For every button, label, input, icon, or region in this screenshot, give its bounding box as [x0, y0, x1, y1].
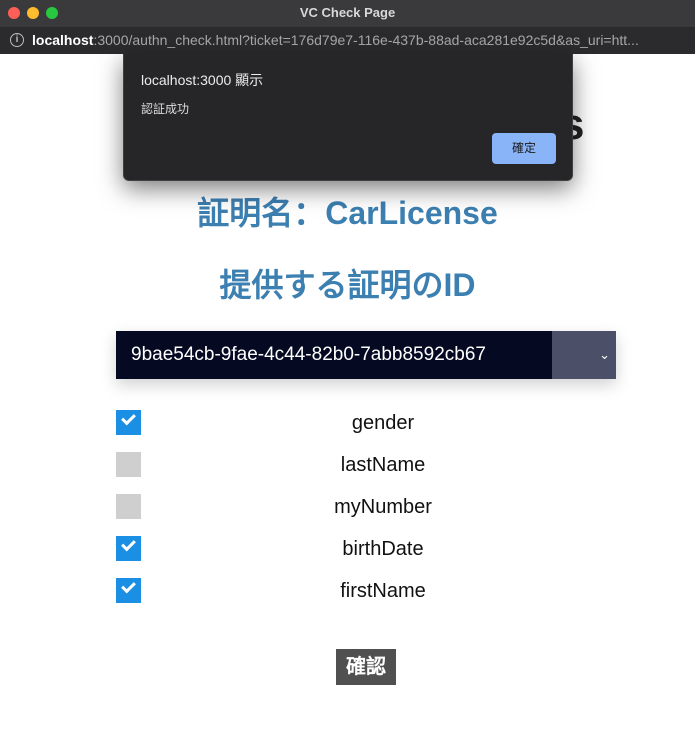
attribute-label: lastName	[340, 454, 426, 476]
certificate-name-heading: 証明名：CarLicense	[197, 195, 498, 231]
address-bar[interactable]: i localhost:3000/authn_check.html?ticket…	[0, 28, 695, 54]
dialog-ok-button[interactable]: 確定	[492, 133, 556, 164]
url-text[interactable]: localhost:3000/authn_check.html?ticket=1…	[32, 32, 639, 48]
selected-certificate-id: 9bae54cb-9fae-4c44-82b0-7abb8592cb67	[131, 344, 486, 365]
dialog-title: localhost:3000 顯示	[141, 72, 264, 88]
provide-certificate-heading: 提供する証明のID	[219, 267, 476, 303]
confirm-button[interactable]: 確認	[336, 649, 396, 685]
attribute-row-gender: gender	[116, 410, 616, 436]
attribute-row-firstname: firstName	[116, 578, 616, 604]
info-icon[interactable]: i	[10, 33, 24, 47]
url-host: localhost	[32, 32, 94, 48]
attribute-row-mynumber: myNumber	[116, 494, 616, 520]
attribute-label: firstName	[340, 580, 426, 602]
attribute-label: birthDate	[342, 538, 424, 560]
window-title: VC Check Page	[299, 5, 396, 20]
dialog-message: 認証成功	[141, 102, 190, 116]
certificate-id-select[interactable]: 9bae54cb-9fae-4c44-82b0-7abb8592cb67 ⌄	[116, 331, 616, 379]
chevron-down-icon: ⌄	[599, 347, 610, 362]
window-titlebar: VC Check Page	[0, 0, 695, 28]
select-arrow-area[interactable]: ⌄	[552, 331, 616, 379]
url-path: :3000/authn_check.html?ticket=176d79e7-1…	[93, 32, 639, 48]
alert-dialog: localhost:3000 顯示 認証成功 確定	[123, 54, 573, 181]
attribute-label: myNumber	[334, 496, 432, 518]
attribute-label: gender	[351, 412, 415, 434]
attribute-row-birthdate: birthDate	[116, 536, 616, 562]
attribute-row-lastname: lastName	[116, 452, 616, 478]
